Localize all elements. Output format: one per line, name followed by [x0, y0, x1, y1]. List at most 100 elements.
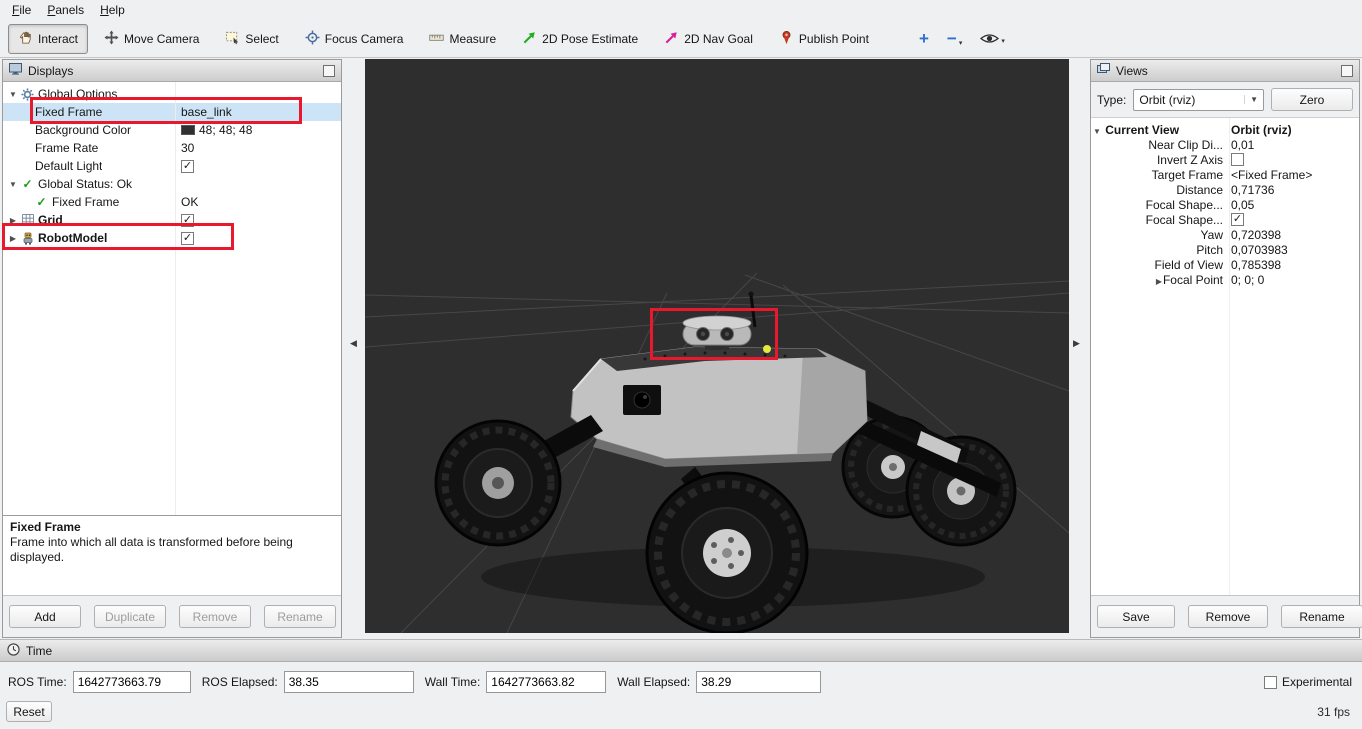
duplicate-button[interactable]: Duplicate: [94, 605, 166, 628]
display-row-background-color[interactable]: Background Color 48; 48; 48: [3, 121, 341, 139]
view-prop-pitch[interactable]: Pitch 0,0703983: [1091, 242, 1359, 257]
tool-2d-nav-goal[interactable]: 2D Nav Goal: [654, 24, 763, 54]
map-pin-icon: [779, 30, 794, 48]
robotmodel-enabled-checkbox[interactable]: ✓: [181, 232, 194, 245]
green-arrow-icon: [522, 30, 537, 48]
tool-move-camera[interactable]: Move Camera: [94, 24, 209, 54]
add-button[interactable]: Add: [9, 605, 81, 628]
tool-publish-point[interactable]: Publish Point: [769, 24, 879, 54]
zero-button[interactable]: Zero: [1271, 88, 1353, 111]
property-label: Default Light: [33, 159, 102, 173]
displays-panel-header[interactable]: Displays: [3, 60, 341, 82]
expand-arrow[interactable]: ▼: [7, 90, 19, 99]
display-row-default-light[interactable]: Default Light ✓: [3, 157, 341, 175]
wall-time-input[interactable]: [486, 671, 606, 693]
property-label: Pitch: [1091, 243, 1227, 257]
toolbar: Interact Move Camera Select Focus Camera…: [0, 20, 1362, 58]
focal-shape-checkbox[interactable]: ✓: [1231, 213, 1244, 226]
tool-measure[interactable]: Measure: [419, 24, 506, 54]
property-value[interactable]: base_link: [177, 103, 341, 121]
display-row-global-status[interactable]: ▼ ✓ Global Status: Ok: [3, 175, 341, 193]
save-view-button[interactable]: Save: [1097, 605, 1175, 628]
view-prop-target-frame[interactable]: Target Frame <Fixed Frame>: [1091, 167, 1359, 182]
remove-tool-icon[interactable]: −▾: [947, 30, 962, 47]
tool-select[interactable]: Select: [215, 24, 288, 54]
remove-button[interactable]: Remove: [179, 605, 251, 628]
display-row-robotmodel[interactable]: ▶ RobotModel ✓: [3, 229, 341, 247]
tool-2d-pose-estimate[interactable]: 2D Pose Estimate: [512, 24, 648, 54]
visibility-eye-icon[interactable]: ▾: [980, 32, 1005, 45]
remove-view-button[interactable]: Remove: [1188, 605, 1268, 628]
view-prop-distance[interactable]: Distance 0,71736: [1091, 182, 1359, 197]
field-label: Wall Elapsed:: [617, 675, 690, 689]
rename-button[interactable]: Rename: [264, 605, 336, 628]
view-prop-invert-z[interactable]: Invert Z Axis: [1091, 152, 1359, 167]
expand-arrow[interactable]: ▼: [1093, 127, 1102, 136]
property-value[interactable]: 0,720398: [1231, 227, 1359, 242]
expand-arrow[interactable]: ▶: [7, 216, 19, 225]
ruler-icon: [429, 30, 444, 48]
property-value[interactable]: 0,785398: [1231, 257, 1359, 272]
tool-interact[interactable]: Interact: [8, 24, 88, 54]
property-value[interactable]: 0,0703983: [1231, 242, 1359, 257]
check-icon: ✓: [33, 195, 50, 209]
property-value[interactable]: <Fixed Frame>: [1231, 167, 1359, 182]
current-view-row[interactable]: ▼ Current View Orbit (rviz): [1091, 122, 1359, 137]
splitter-collapse-right-icon[interactable]: ▶: [1073, 338, 1080, 349]
view-prop-focal-shape-fixed[interactable]: Focal Shape... ✓: [1091, 212, 1359, 227]
rename-view-button[interactable]: Rename: [1281, 605, 1362, 628]
property-value[interactable]: 0,05: [1231, 197, 1359, 212]
views-panel-header[interactable]: Views: [1091, 60, 1359, 82]
splitter-collapse-left-icon[interactable]: ◀: [350, 338, 357, 349]
experimental-toggle[interactable]: Experimental: [1264, 675, 1352, 689]
display-row-frame-rate[interactable]: Frame Rate 30: [3, 139, 341, 157]
default-light-checkbox[interactable]: ✓: [181, 160, 194, 173]
menu-file[interactable]: File: [4, 2, 39, 18]
3d-viewport[interactable]: [365, 59, 1069, 633]
check-mark: ✓: [1233, 214, 1242, 225]
property-value[interactable]: 0; 0; 0: [1231, 272, 1359, 287]
focus-crosshair-icon: [305, 30, 320, 48]
grid-enabled-checkbox[interactable]: ✓: [181, 214, 194, 227]
display-row-fixed-frame[interactable]: Fixed Frame base_link: [3, 103, 341, 121]
view-type-dropdown[interactable]: Orbit (rviz) ▼: [1133, 89, 1264, 111]
display-row-fixed-frame-status[interactable]: ✓ Fixed Frame OK: [3, 193, 341, 211]
tool-label: Measure: [449, 32, 496, 46]
help-text: Frame into which all data is transformed…: [10, 535, 334, 565]
view-prop-near-clip[interactable]: Near Clip Di... 0,01: [1091, 137, 1359, 152]
time-panel-header[interactable]: Time: [0, 640, 1362, 662]
invert-z-checkbox[interactable]: [1231, 153, 1244, 166]
property-value[interactable]: 0,01: [1231, 137, 1359, 152]
panel-float-button[interactable]: [323, 65, 335, 77]
ros-time-field: ROS Time:: [8, 671, 191, 693]
property-value[interactable]: 0,71736: [1231, 182, 1359, 197]
grid-icon: [19, 214, 36, 226]
display-row-grid[interactable]: ▶ Grid ✓: [3, 211, 341, 229]
panel-float-button[interactable]: [1341, 65, 1353, 77]
tool-label: Select: [245, 32, 278, 46]
view-type-row: Type: Orbit (rviz) ▼ Zero: [1091, 82, 1359, 118]
add-tool-icon[interactable]: +: [919, 30, 929, 47]
menu-panels[interactable]: Panels: [39, 2, 92, 18]
menu-help[interactable]: Help: [92, 2, 133, 18]
fps-counter: 31 fps: [1317, 705, 1350, 719]
expand-arrow[interactable]: ▶: [1156, 277, 1163, 286]
expand-arrow[interactable]: ▼: [7, 180, 19, 189]
display-row-global-options[interactable]: ▼ Global Options: [3, 85, 341, 103]
reset-button[interactable]: Reset: [6, 701, 52, 722]
expand-arrow[interactable]: ▶: [7, 234, 19, 243]
property-value[interactable]: 48; 48; 48: [177, 121, 341, 139]
experimental-checkbox[interactable]: [1264, 676, 1277, 689]
property-value[interactable]: 30: [177, 139, 341, 157]
view-prop-yaw[interactable]: Yaw 0,720398: [1091, 227, 1359, 242]
tool-focus-camera[interactable]: Focus Camera: [295, 24, 414, 54]
view-prop-focal-shape-size[interactable]: Focal Shape... 0,05: [1091, 197, 1359, 212]
ros-elapsed-input[interactable]: [284, 671, 414, 693]
view-prop-focal-point[interactable]: ▶Focal Point 0; 0; 0: [1091, 272, 1359, 287]
move-arrows-icon: [104, 30, 119, 48]
field-label: Wall Time:: [425, 675, 481, 689]
view-prop-field-of-view[interactable]: Field of View 0,785398: [1091, 257, 1359, 272]
ros-time-input[interactable]: [73, 671, 191, 693]
field-label: ROS Time:: [8, 675, 67, 689]
wall-elapsed-input[interactable]: [696, 671, 821, 693]
